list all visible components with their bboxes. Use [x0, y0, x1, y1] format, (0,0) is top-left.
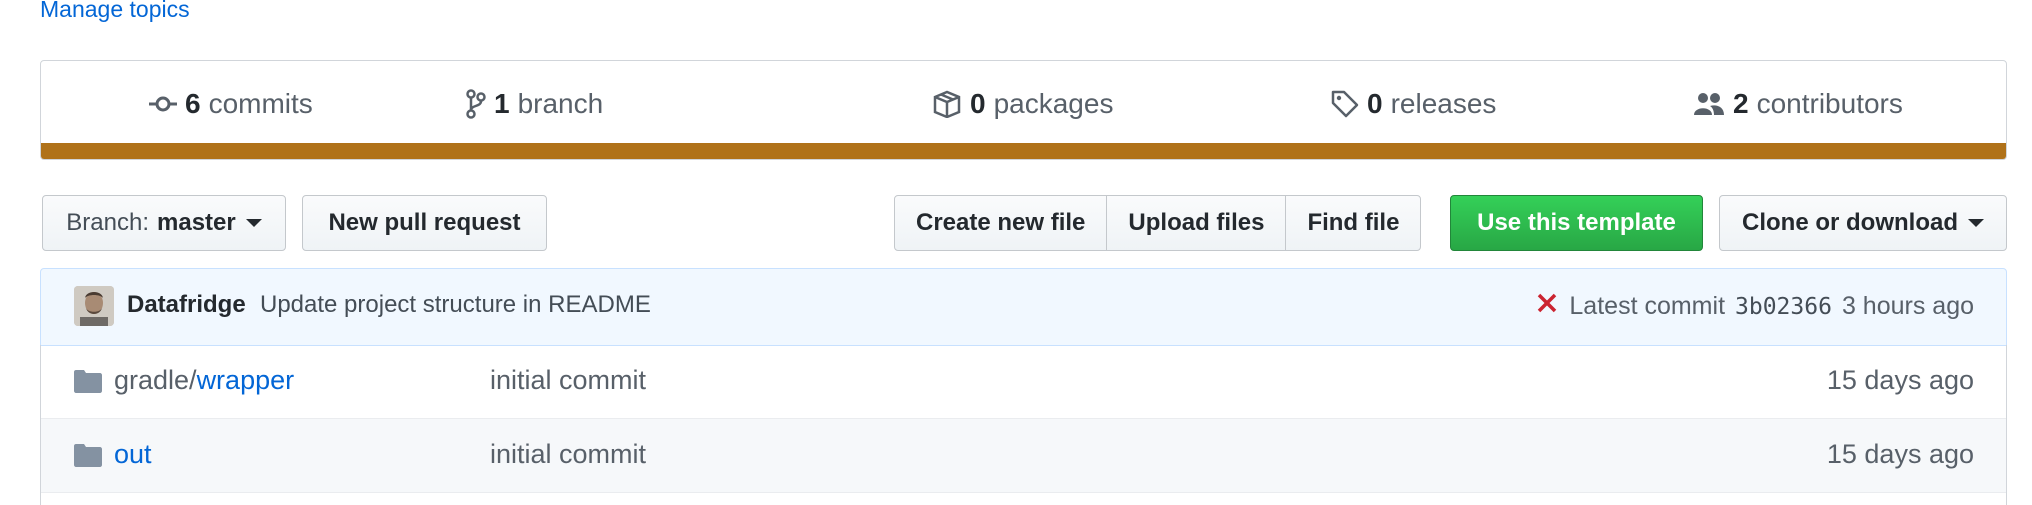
table-row: out initial commit 15 days ago [41, 419, 2006, 493]
file-actions-group: Create new file Upload files Find file [894, 195, 1422, 251]
packages-link[interactable]: 0 packages [932, 61, 1113, 146]
commits-count: 6 [185, 87, 201, 119]
upload-files-button[interactable]: Upload files [1106, 195, 1287, 251]
file-age: 15 days ago [1826, 365, 1974, 395]
commit-message[interactable]: Update project structure in README [260, 291, 651, 319]
commits-link[interactable]: 6 commits [149, 61, 313, 146]
branch-link[interactable]: 1 branch [466, 61, 603, 146]
contributors-count: 2 [1733, 87, 1749, 119]
find-file-button[interactable]: Find file [1285, 195, 1422, 251]
branch-name: master [157, 209, 236, 236]
chevron-down-icon [1968, 219, 1984, 227]
commit-author[interactable]: Datafridge [127, 291, 246, 319]
commit-age: 3 hours ago [1841, 292, 1974, 320]
x-icon[interactable] [1535, 291, 1559, 322]
packages-label: packages [993, 87, 1114, 119]
branch-select-button[interactable]: Branch: master [42, 195, 286, 251]
chevron-down-icon [245, 219, 262, 227]
branch-label: branch [517, 87, 604, 119]
language-bar[interactable] [41, 143, 2006, 159]
package-icon [932, 90, 962, 118]
releases-count: 0 [1367, 87, 1383, 119]
releases-label: releases [1390, 87, 1497, 119]
file-table: gradle/wrapper initial commit 15 days ag… [40, 345, 2007, 505]
file-dir-prefix: gradle/ [114, 365, 197, 395]
packages-count: 0 [970, 87, 986, 119]
new-pull-request-button[interactable]: New pull request [302, 195, 547, 251]
branch-prefix: Branch: [66, 209, 149, 236]
file-age: 15 days ago [1826, 439, 1974, 469]
latest-commit-label: Latest commit [1569, 292, 1726, 320]
file-name[interactable]: gradle/wrapper [114, 365, 294, 396]
branch-count: 1 [494, 87, 510, 119]
use-template-button[interactable]: Use this template [1450, 195, 1703, 251]
create-new-file-button[interactable]: Create new file [894, 195, 1108, 251]
clone-download-label: Clone or download [1742, 209, 1958, 236]
contributors-label: contributors [1756, 87, 1903, 119]
file-link[interactable]: out [114, 439, 152, 469]
repo-summary: 6 commits 1 branch 0 packages 0 releases [40, 60, 2007, 160]
table-row: gradle/wrapper initial commit 15 days ag… [41, 345, 2006, 419]
file-name[interactable]: out [114, 439, 152, 470]
file-commit-message[interactable]: initial commit [490, 439, 646, 470]
people-icon [1693, 91, 1725, 117]
latest-commit-bar: Datafridge Update project structure in R… [40, 268, 2007, 346]
branch-icon [466, 88, 486, 119]
clone-download-button[interactable]: Clone or download [1719, 195, 2007, 251]
contributors-link[interactable]: 2 contributors [1693, 61, 1903, 146]
file-link[interactable]: wrapper [197, 365, 295, 395]
avatar[interactable] [74, 286, 114, 326]
file-commit-message[interactable]: initial commit [490, 365, 646, 396]
commit-sha[interactable]: 3b02366 [1735, 294, 1832, 320]
commit-meta: Latest commit 3b02366 3 hours ago [1535, 291, 1974, 322]
commits-label: commits [208, 87, 313, 119]
releases-link[interactable]: 0 releases [1331, 61, 1496, 146]
manage-topics-link[interactable]: Manage topics [40, 0, 190, 23]
commit-icon [149, 93, 177, 115]
tag-icon [1331, 90, 1359, 118]
